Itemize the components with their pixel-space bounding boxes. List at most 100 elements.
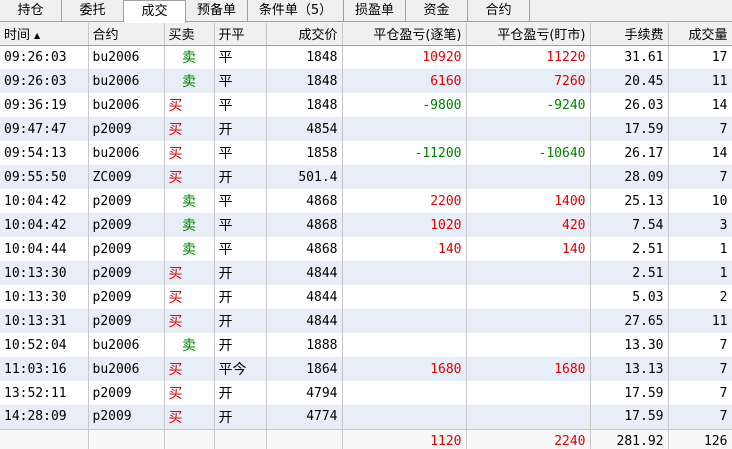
cell-pnl-tick: 6160 [342, 69, 467, 93]
tab-6[interactable]: 资金 [406, 0, 468, 22]
cell-price: 4868 [266, 189, 343, 213]
column-header-contract[interactable]: 合约 [88, 23, 165, 46]
table-row[interactable]: 11:03:16 bu2006 买平今 1864 1680 1680 13.13 7 [0, 357, 732, 381]
tab-4[interactable]: 条件单（5） [248, 0, 344, 22]
table-row[interactable]: 10:13:31 p2009 买开 4844 27.65 11 [0, 309, 732, 333]
cell-contract: p2009 [88, 261, 165, 285]
column-header-price[interactable]: 成交价 [266, 23, 343, 46]
cell-price: 1864 [266, 357, 343, 381]
cell-price: 4794 [266, 381, 343, 405]
tab-5[interactable]: 损盈单 [344, 0, 406, 22]
cell-fee: 7.54 [590, 213, 669, 237]
total-fee: 281.92 [590, 428, 669, 449]
column-header-open-close[interactable]: 开平 [214, 23, 267, 46]
cell-volume: 10 [668, 189, 732, 213]
cell-open-close: 开 [214, 381, 267, 405]
cell-fee: 28.09 [590, 165, 669, 189]
cell-contract: p2009 [88, 237, 165, 261]
cell-pnl-tick [342, 165, 467, 189]
cell-volume: 7 [668, 333, 732, 357]
table-row[interactable]: 10:04:42 p2009 卖平 4868 2200 1400 25.13 10 [0, 189, 732, 213]
table-row[interactable]: 09:47:47 p2009 买开 4854 17.59 7 [0, 117, 732, 141]
table-row[interactable]: 09:26:03 bu2006 卖平 1848 10920 11220 31.61 17 [0, 45, 732, 69]
cell-price: 1848 [266, 45, 343, 69]
cell-pnl-mark: 140 [466, 237, 591, 261]
totals-empty-cell [164, 428, 215, 449]
cell-fee: 20.45 [590, 69, 669, 93]
column-header-fee[interactable]: 手续费 [590, 23, 669, 46]
cell-direction: 卖 [164, 333, 215, 357]
table-row[interactable]: 10:13:30 p2009 买开 4844 2.51 1 [0, 261, 732, 285]
table-row[interactable]: 09:54:13 bu2006 买平 1858 -11200 -10640 26.17 14 [0, 141, 732, 165]
totals-empty-cell [266, 428, 343, 449]
cell-pnl-mark: -10640 [466, 141, 591, 165]
table-row[interactable]: 09:55:50 ZC009 买开 501.4 28.09 7 [0, 165, 732, 189]
cell-contract: p2009 [88, 309, 165, 333]
column-header-time[interactable]: 时间 ▲ [0, 23, 89, 46]
cell-pnl-mark [466, 285, 591, 309]
cell-direction: 买 [164, 261, 215, 285]
tab-0[interactable]: 持仓 [0, 0, 62, 22]
cell-fee: 17.59 [590, 381, 669, 405]
table-row[interactable]: 10:04:44 p2009 卖平 4868 140 140 2.51 1 [0, 237, 732, 261]
cell-volume: 11 [668, 309, 732, 333]
cell-open-close: 开 [214, 165, 267, 189]
cell-price: 4844 [266, 261, 343, 285]
cell-pnl-mark: 420 [466, 213, 591, 237]
cell-fee: 31.61 [590, 45, 669, 69]
total-pnl-tick: 1120 [342, 428, 467, 449]
table-header-row: 时间 ▲ 合约 买卖 开平 成交价 平仓盈亏(逐笔) 平仓盈亏(盯市) 手续费 成… [0, 23, 732, 46]
tab-bar: 持仓 委托 成交 预备单 条件单（5） 损盈单 资金 合约 [0, 0, 732, 23]
table-row[interactable]: 10:04:42 p2009 卖平 4868 1020 420 7.54 3 [0, 213, 732, 237]
column-header-pnl-mark[interactable]: 平仓盈亏(盯市) [466, 23, 591, 46]
cell-price: 4868 [266, 237, 343, 261]
cell-pnl-mark [466, 381, 591, 405]
table-row[interactable]: 13:52:11 p2009 买开 4794 17.59 7 [0, 381, 732, 405]
cell-direction: 买 [164, 381, 215, 405]
cell-pnl-tick: 2200 [342, 189, 467, 213]
cell-volume: 1 [668, 237, 732, 261]
cell-open-close: 平 [214, 93, 267, 117]
table-row[interactable]: 09:36:19 bu2006 买平 1848 -9800 -9240 26.03 14 [0, 93, 732, 117]
cell-time: 10:04:42 [0, 189, 89, 213]
tab-3[interactable]: 预备单 [186, 0, 248, 22]
cell-open-close: 平 [214, 213, 267, 237]
column-header-direction[interactable]: 买卖 [164, 23, 215, 46]
cell-price: 1848 [266, 93, 343, 117]
tab-1[interactable]: 委托 [62, 0, 124, 22]
table-row[interactable]: 14:28:09 p2009 买开 4774 17.59 7 [0, 405, 732, 429]
cell-contract: p2009 [88, 381, 165, 405]
cell-volume: 11 [668, 69, 732, 93]
cell-direction: 买 [164, 165, 215, 189]
cell-time: 14:28:09 [0, 405, 89, 429]
table-row[interactable]: 09:26:03 bu2006 卖平 1848 6160 7260 20.45 11 [0, 69, 732, 93]
cell-open-close: 平 [214, 237, 267, 261]
tab-7[interactable]: 合约 [468, 0, 530, 22]
column-header-volume[interactable]: 成交量 [668, 23, 732, 46]
cell-volume: 7 [668, 405, 732, 429]
cell-direction: 卖 [164, 69, 215, 93]
cell-pnl-mark [466, 309, 591, 333]
cell-open-close: 开 [214, 333, 267, 357]
cell-volume: 7 [668, 357, 732, 381]
cell-volume: 3 [668, 213, 732, 237]
cell-direction: 卖 [164, 237, 215, 261]
tab-2[interactable]: 成交 [124, 0, 186, 23]
cell-contract: p2009 [88, 285, 165, 309]
cell-pnl-tick [342, 285, 467, 309]
table-row[interactable]: 10:13:30 p2009 买开 4844 5.03 2 [0, 285, 732, 309]
total-pnl-mark: 2240 [466, 428, 591, 449]
cell-price: 1848 [266, 69, 343, 93]
column-header-pnl-tick[interactable]: 平仓盈亏(逐笔) [342, 23, 467, 46]
cell-pnl-tick: 140 [342, 237, 467, 261]
cell-pnl-tick [342, 405, 467, 429]
cell-price: 4854 [266, 117, 343, 141]
cell-fee: 13.13 [590, 357, 669, 381]
cell-direction: 买 [164, 357, 215, 381]
table-row[interactable]: 10:52:04 bu2006 卖开 1888 13.30 7 [0, 333, 732, 357]
cell-pnl-mark: 1680 [466, 357, 591, 381]
cell-contract: p2009 [88, 189, 165, 213]
cell-direction: 买 [164, 405, 215, 429]
cell-open-close: 开 [214, 117, 267, 141]
cell-pnl-mark: 7260 [466, 69, 591, 93]
